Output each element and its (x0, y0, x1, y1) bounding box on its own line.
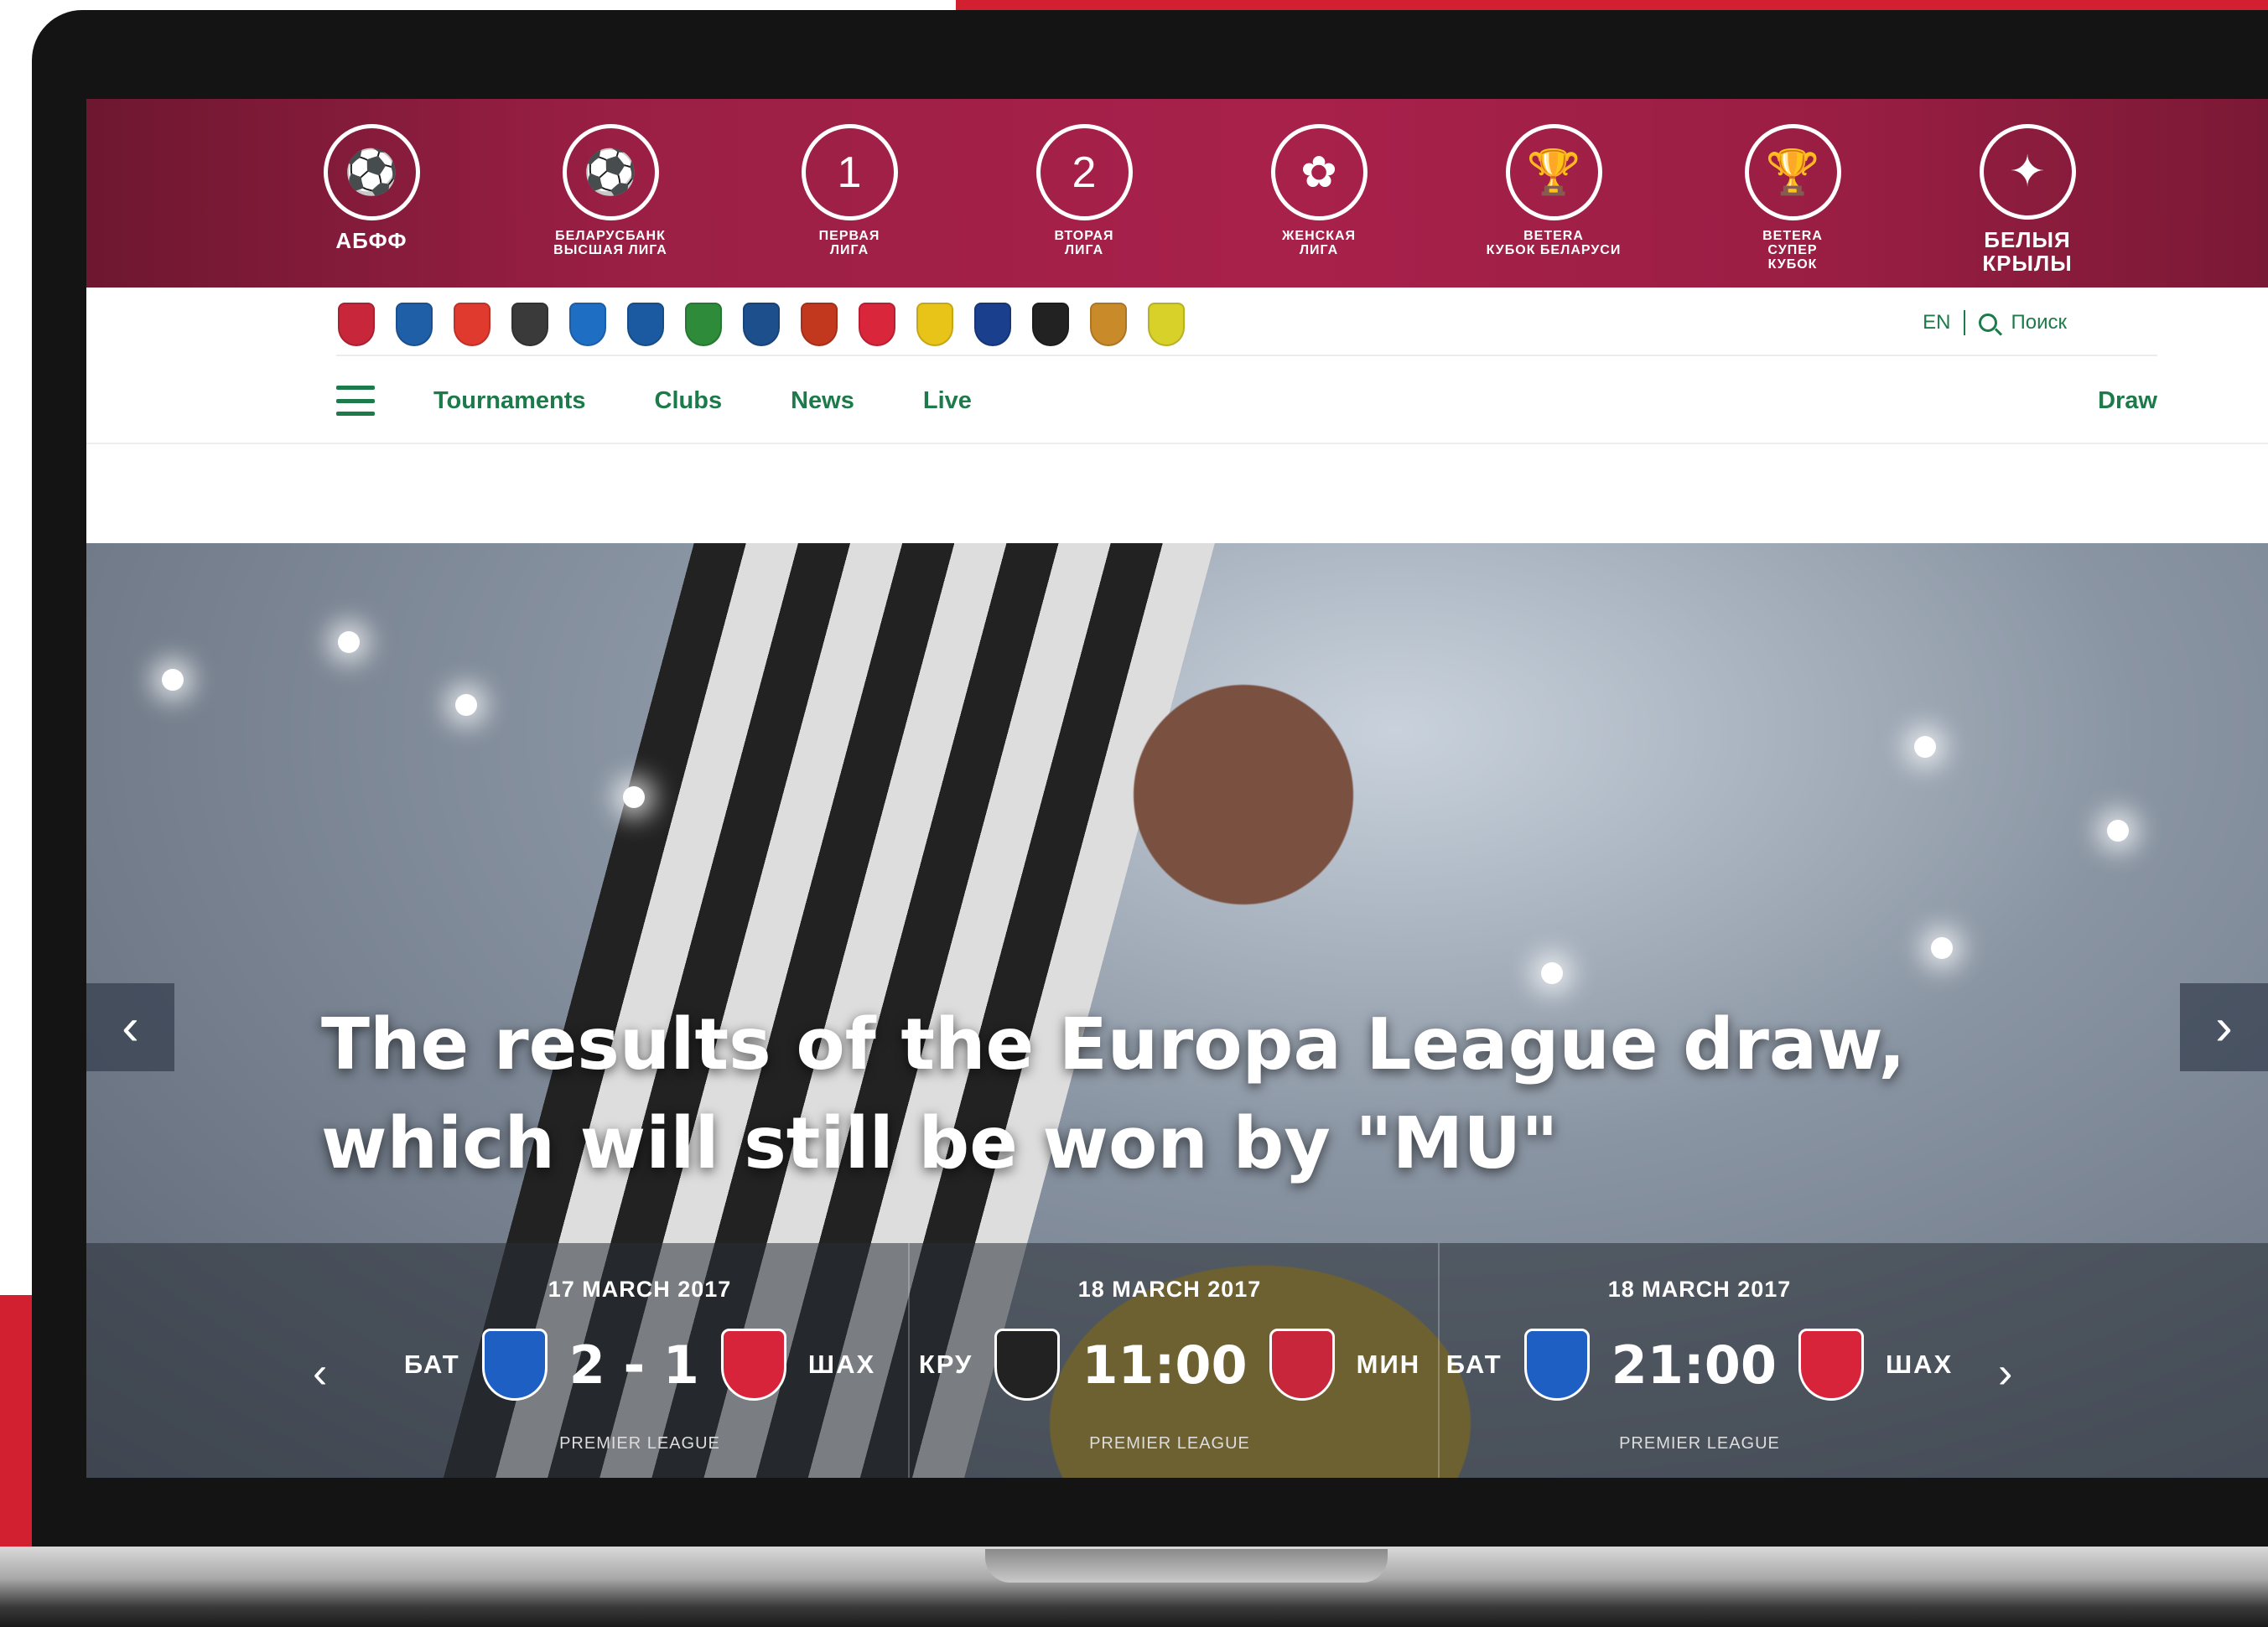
browser-screen: ⚽ АБФФ ⚽ БЕЛАРУСБАНК ВЫСШАЯ ЛИГА 1 ПЕРВА… (86, 99, 2268, 1478)
match-row: БАТ 2 - 1 ШАХ (371, 1327, 908, 1402)
ball-icon: ⚽ (323, 124, 420, 220)
club-badge-11-icon[interactable] (916, 303, 953, 346)
league-premier[interactable]: ⚽ БЕЛАРУСБАНК ВЫСШАЯ ЛИГА (535, 124, 686, 275)
stadium-light (1914, 736, 1936, 758)
league-name: BETERA СУПЕР КУБОК (1762, 229, 1823, 272)
club-badge-13-icon[interactable] (1032, 303, 1069, 346)
nav-clubs[interactable]: Clubs (655, 387, 723, 415)
league-name: ПЕРВАЯ ЛИГА (818, 229, 880, 257)
stadium-light (623, 786, 645, 808)
nav-tournaments[interactable]: Tournaments (433, 387, 586, 415)
trophy-icon: 🏆 (1744, 124, 1841, 220)
clubs-row (338, 303, 1185, 350)
menu-icon[interactable] (336, 386, 375, 416)
home-team-logo (994, 1329, 1061, 1401)
stadium-light (162, 669, 184, 691)
club-badge-7-icon[interactable] (685, 303, 722, 346)
search-icon[interactable] (1979, 313, 1998, 332)
league-second[interactable]: 2 ВТОРАЯ ЛИГА (1009, 124, 1160, 275)
club-badge-8-icon[interactable] (743, 303, 780, 346)
league-women[interactable]: ✿ ЖЕНСКАЯ ЛИГА (1243, 124, 1394, 275)
scores-strip: ‹ › 17 MARCH 2017 БАТ 2 - 1 ШАХ PREMIER LEAG… (86, 1243, 2268, 1478)
away-team-logo (1798, 1329, 1865, 1401)
league-name: БЕЛАРУСБАНК ВЫСШАЯ ЛИГА (553, 229, 667, 257)
away-team: МИН (1356, 1350, 1421, 1379)
league-name: АБФФ (335, 228, 407, 253)
flower-ball-icon: ✿ (1270, 124, 1368, 220)
divider (336, 355, 2157, 356)
league-supercup[interactable]: 🏆 BETERA СУПЕР КУБОК (1717, 124, 1868, 275)
cup-icon: 🏆 (1505, 124, 1602, 220)
away-team-logo (1269, 1329, 1335, 1401)
chevron-right-icon[interactable]: › (2180, 983, 2268, 1071)
hero-headline[interactable]: The results of the Europa League draw, w… (321, 996, 1998, 1194)
stadium-light (338, 631, 360, 653)
club-badge-1-icon[interactable] (338, 303, 375, 346)
match-card[interactable]: 17 MARCH 2017 БАТ 2 - 1 ШАХ PREMIER LEAGUE (371, 1243, 908, 1478)
nav-draw[interactable]: Draw (2098, 387, 2157, 415)
ball-icon: 2 (1035, 124, 1133, 220)
league-name: ЖЕНСКАЯ ЛИГА (1281, 229, 1357, 257)
stadium-light (1541, 962, 1563, 984)
club-badge-5-icon[interactable] (569, 303, 606, 346)
club-badge-3-icon[interactable] (454, 303, 490, 346)
home-team-logo (1523, 1329, 1590, 1401)
league-cup[interactable]: 🏆 BETERA КУБОК БЕЛАРУСИ (1478, 124, 1629, 275)
match-row: БАТ 21:00 ШАХ (1431, 1327, 1968, 1402)
separator (1964, 310, 1966, 335)
home-team: БАТ (1445, 1350, 1502, 1379)
league-name: ВТОРАЯ ЛИГА (1054, 229, 1114, 257)
away-team: ШАХ (807, 1350, 876, 1379)
match-league: PREMIER LEAGUE (1089, 1434, 1250, 1453)
match-date: 17 MARCH 2017 (548, 1277, 732, 1302)
match-date: 18 MARCH 2017 (1607, 1277, 1792, 1302)
chevron-left-icon[interactable]: ‹ (313, 1348, 327, 1398)
lang-search: EN Поиск (1923, 310, 2067, 335)
league-bar: ⚽ АБФФ ⚽ БЕЛАРУСБАНК ВЫСШАЯ ЛИГА 1 ПЕРВА… (86, 99, 2268, 288)
stadium-light (455, 694, 477, 716)
match-score: 11:00 (1082, 1334, 1248, 1396)
home-team: БАТ (403, 1350, 460, 1379)
club-badge-6-icon[interactable] (627, 303, 664, 346)
ball-icon: ⚽ (562, 124, 659, 220)
league-name: БЕЛЫЯ КРЫЛЫ (1982, 227, 2073, 276)
nav-border (86, 443, 2268, 444)
laptop-notch (985, 1549, 1388, 1583)
match-league: PREMIER LEAGUE (1619, 1434, 1780, 1453)
league-first[interactable]: 1 ПЕРВАЯ ЛИГА (774, 124, 925, 275)
nav-live[interactable]: Live (923, 387, 972, 415)
match-league: PREMIER LEAGUE (559, 1434, 720, 1453)
home-team: КРУ (918, 1350, 973, 1379)
league-name: BETERA КУБОК БЕЛАРУСИ (1486, 229, 1622, 257)
club-badge-15-icon[interactable] (1148, 303, 1185, 346)
nav-news[interactable]: News (791, 387, 854, 415)
ball-icon: 1 (801, 124, 898, 220)
search-label[interactable]: Поиск (2011, 311, 2067, 334)
club-badge-4-icon[interactable] (511, 303, 548, 346)
wings-icon: ✦ (1979, 124, 2076, 220)
chevron-right-icon[interactable]: › (1998, 1348, 2012, 1398)
club-badge-14-icon[interactable] (1090, 303, 1127, 346)
club-badge-2-icon[interactable] (396, 303, 433, 346)
club-badge-12-icon[interactable] (974, 303, 1011, 346)
club-badge-9-icon[interactable] (801, 303, 838, 346)
away-team: ШАХ (1886, 1350, 1954, 1379)
stadium-light (1931, 937, 1953, 959)
match-card[interactable]: 18 MARCH 2017 КРУ 11:00 МИН PREMIER LEAGUE (901, 1243, 1438, 1478)
league-white-wings[interactable]: ✦ БЕЛЫЯ КРЫЛЫ (1952, 124, 2103, 275)
match-card[interactable]: 18 MARCH 2017 БАТ 21:00 ШАХ PREMIER LEAGUE (1431, 1243, 1968, 1478)
stadium-light (2107, 820, 2129, 842)
away-team-logo (720, 1329, 786, 1401)
chevron-left-icon[interactable]: ‹ (86, 983, 174, 1071)
match-date: 18 MARCH 2017 (1077, 1277, 1262, 1302)
match-row: КРУ 11:00 МИН (901, 1327, 1438, 1402)
main-nav: Tournaments Clubs News Live Draw (336, 376, 2157, 426)
club-badge-10-icon[interactable] (859, 303, 895, 346)
home-team-logo (481, 1329, 548, 1401)
match-score: 21:00 (1611, 1334, 1778, 1396)
league-abff[interactable]: ⚽ АБФФ (296, 124, 447, 275)
language-switch[interactable]: EN (1923, 311, 1950, 334)
match-score: 2 - 1 (568, 1334, 699, 1396)
